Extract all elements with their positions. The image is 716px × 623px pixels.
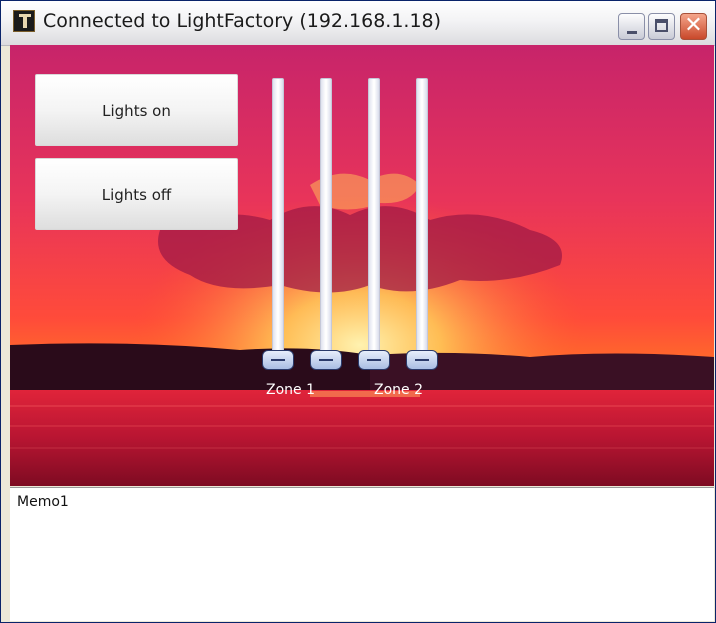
zone2-slider-a-track[interactable] (368, 78, 380, 352)
maximize-icon (655, 19, 668, 32)
title-bar[interactable]: Connected to LightFactory (192.168.1.18)… (1, 1, 715, 46)
close-button[interactable]: ✕ (680, 13, 707, 40)
zone1-label: Zone 1 (266, 382, 315, 398)
window-title: Connected to LightFactory (192.168.1.18) (43, 10, 442, 32)
memo-text: Memo1 (17, 494, 69, 510)
memo-field[interactable]: Memo1 (10, 487, 714, 621)
maximize-button[interactable] (648, 13, 675, 40)
zone2-slider-b-track[interactable] (416, 78, 428, 352)
lights-on-button[interactable]: Lights on (35, 74, 238, 146)
zone1-slider-a-track[interactable] (272, 78, 284, 352)
zone2-label: Zone 2 (374, 382, 423, 398)
close-icon: ✕ (684, 13, 703, 38)
zone1-slider-b-handle[interactable] (310, 350, 342, 370)
zone1-slider-a-handle[interactable] (262, 350, 294, 370)
zone1-slider-b-track[interactable] (320, 78, 332, 352)
app-icon[interactable] (13, 10, 35, 32)
minimize-button[interactable] (618, 13, 645, 40)
lights-off-button[interactable]: Lights off (35, 158, 238, 230)
background-image-panel: Lights on Lights off Zone 1 Zone 2 (10, 45, 714, 486)
minimize-icon (627, 31, 637, 34)
zone2-slider-b-handle[interactable] (406, 350, 438, 370)
zone2-slider-a-handle[interactable] (358, 350, 390, 370)
